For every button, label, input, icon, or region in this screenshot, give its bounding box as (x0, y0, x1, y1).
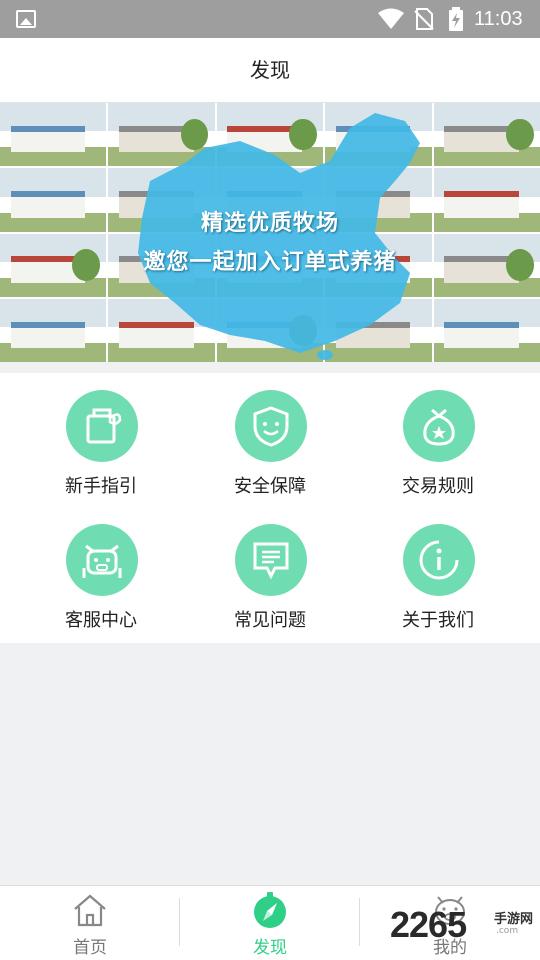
chat-bubble-icon (235, 524, 307, 596)
menu-item-customer-service[interactable]: 客服中心 (11, 509, 191, 639)
menu-label: 常见问题 (234, 610, 306, 631)
menu-item-beginner-guide[interactable]: 新手指引 (11, 375, 191, 505)
shield-smile-icon (235, 390, 307, 462)
menu-label: 安全保障 (234, 476, 306, 497)
money-bag-icon (403, 390, 475, 462)
menu-label: 关于我们 (402, 610, 474, 631)
menu-item-about-us[interactable]: 关于我们 (348, 509, 528, 639)
title-bar: 发现 (0, 38, 540, 103)
menu-label: 新手指引 (65, 476, 137, 497)
status-bar: 11:03 (0, 0, 540, 38)
wifi-icon (378, 8, 404, 29)
site-watermark: 2265 手游网 .com (390, 904, 540, 954)
watermark-text: 手游网 (494, 912, 534, 927)
home-icon (74, 894, 106, 927)
watermark-sub: .com (496, 926, 519, 936)
menu-item-faq[interactable]: 常见问题 (180, 509, 360, 639)
tab-label: 首页 (73, 938, 107, 958)
tab-home[interactable]: 首页 (0, 886, 180, 960)
tab-label: 发现 (253, 938, 287, 958)
tab-discover[interactable]: 发现 (180, 886, 360, 960)
banner-slogan-line1: 精选优质牧场 (200, 211, 339, 236)
battery-charging-icon (449, 7, 463, 31)
watermark-number: 2265 (390, 904, 467, 945)
book-leaf-icon (66, 390, 138, 462)
menu-item-trade-rules[interactable]: 交易规则 (348, 375, 528, 505)
info-icon (403, 524, 475, 596)
compass-icon (254, 892, 286, 928)
promo-banner[interactable]: 精选优质牧场 邀您一起加入订单式养猪 (0, 103, 540, 362)
image-icon (16, 10, 36, 28)
menu-label: 客服中心 (65, 610, 137, 631)
page-title: 发现 (250, 58, 290, 82)
menu-item-security[interactable]: 安全保障 (180, 375, 360, 505)
menu-label: 交易规则 (402, 476, 474, 497)
pig-service-icon (66, 524, 138, 596)
status-time: 11:03 (474, 8, 523, 30)
no-sim-icon (414, 8, 434, 30)
banner-slogan-line2: 邀您一起加入订单式养猪 (143, 250, 397, 275)
discover-menu: 新手指引 安全保障 交易规则 客服中心 常见问题 关于我们 (0, 373, 540, 643)
